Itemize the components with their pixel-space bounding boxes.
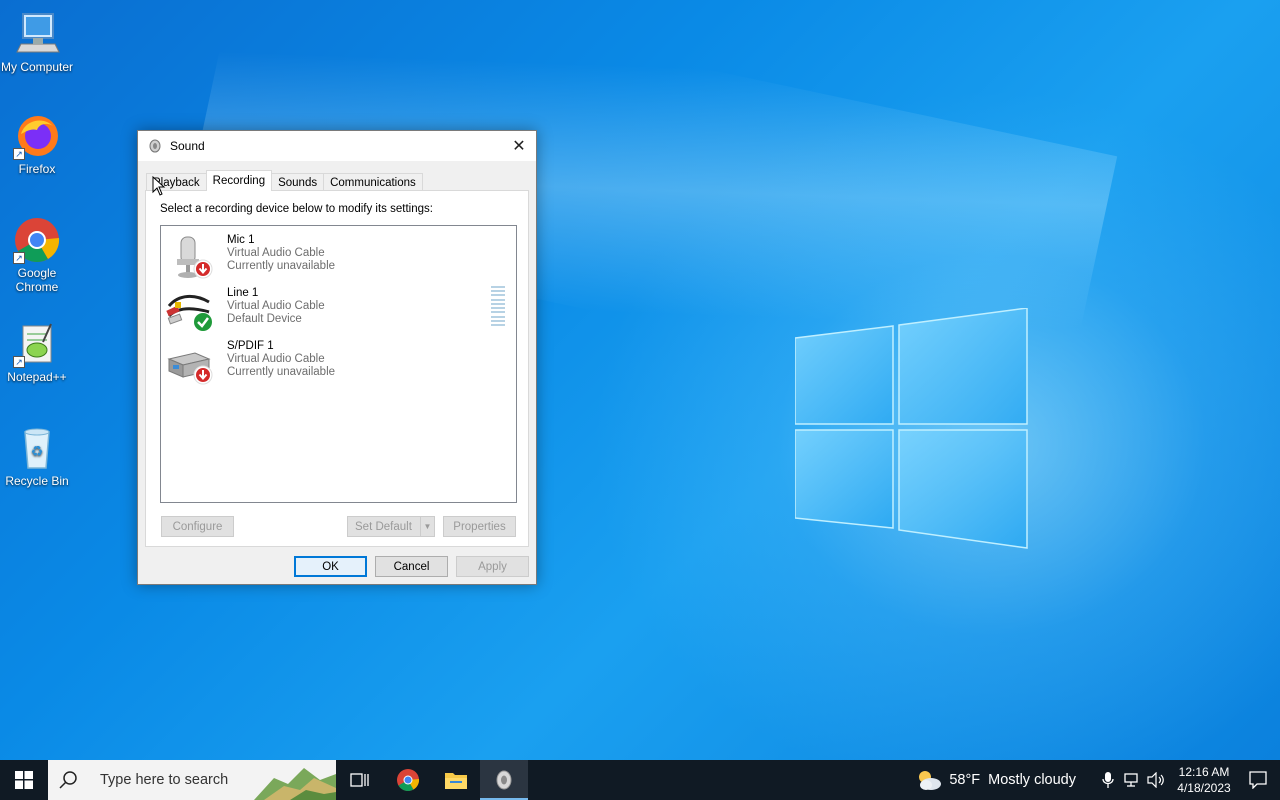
notification-center-button[interactable] [1236,760,1280,800]
tab-communications[interactable]: Communications [323,173,423,191]
desktop-icon-label: My Computer [0,60,74,74]
taskbar: Type here to search 58°F Mostly cloudy 1… [0,760,1280,800]
tab-recording[interactable]: Recording [205,170,273,191]
close-button[interactable]: ✕ [502,131,536,161]
close-icon: ✕ [512,138,526,155]
desktop-icon-firefox[interactable]: ↗ Firefox [0,112,74,176]
chrome-icon [397,769,420,791]
svg-text:♻: ♻ [31,444,44,460]
speaker-icon [149,139,161,153]
clock[interactable]: 12:16 AM 4/18/2023 [1172,764,1236,796]
weather-condition: Mostly cloudy [988,772,1076,788]
desktop-icon-google-chrome[interactable]: ↗ Google Chrome [0,216,74,294]
task-view-icon [350,773,369,787]
chrome-icon: ↗ [13,216,61,264]
title-bar[interactable]: Sound ✕ [138,131,536,161]
notification-icon [1249,771,1267,789]
device-name: Line 1 [227,287,259,299]
mouse-cursor-icon [152,176,166,196]
network-tray-button[interactable] [1120,760,1144,800]
network-icon [1124,773,1138,787]
dialog-title: Sound [170,139,205,153]
spdif-device-icon [167,352,213,385]
properties-button[interactable]: Properties [443,516,516,537]
apply-button[interactable]: Apply [456,556,529,577]
recycle-bin-icon: ♻ [13,424,61,472]
level-meter [491,286,505,326]
desktop-icon-my-computer[interactable]: My Computer [0,10,74,74]
windows-start-icon [15,771,33,789]
list-item-line-1[interactable]: Line 1 Virtual Audio Cable Default Devic… [163,284,503,334]
unavailable-arrow-icon [193,259,213,279]
device-description: Virtual Audio Cable [227,247,325,259]
search-icon [59,771,77,789]
ok-button[interactable]: OK [294,556,367,577]
shortcut-arrow-icon: ↗ [13,252,25,264]
device-name: Mic 1 [227,234,255,246]
microphone-icon [1102,772,1114,788]
chevron-down-icon[interactable]: ▼ [420,517,434,536]
cloudy-weather-icon [919,771,942,790]
desktop-icon-notepad-plus-plus[interactable]: ↗ Notepad++ [0,320,74,384]
search-box[interactable]: Type here to search [48,760,336,800]
microphone-tray-button[interactable] [1096,760,1120,800]
cancel-button[interactable]: Cancel [375,556,448,577]
start-button[interactable] [0,760,48,800]
device-status: Currently unavailable [227,260,336,272]
volume-icon [1147,772,1164,788]
recording-panel: Select a recording device below to modif… [145,190,529,547]
device-description: Virtual Audio Cable [227,353,325,365]
taskbar-chrome[interactable] [384,760,432,800]
shortcut-arrow-icon: ↗ [13,148,25,160]
weather-widget[interactable]: 58°F Mostly cloudy [915,768,1076,792]
microphone-icon [177,236,213,279]
taskbar-file-explorer[interactable] [432,760,480,800]
firefox-icon: ↗ [13,112,61,160]
set-default-button[interactable]: Set Default ▼ [347,516,435,537]
default-check-icon [193,312,213,332]
list-item-mic-1[interactable]: Mic 1 Virtual Audio Cable Currently unav… [163,231,503,281]
desktop-icon-label: Recycle Bin [5,474,69,488]
configure-button[interactable]: Configure [161,516,234,537]
list-item-spdif-1[interactable]: S/PDIF 1 Virtual Audio Cable Currently u… [163,337,503,387]
device-name: S/PDIF 1 [227,340,274,352]
folder-icon [445,773,467,789]
tab-strip: Playback Recording Sounds Communications [146,169,423,191]
volume-tray-button[interactable] [1144,760,1168,800]
desktop-icon-label: Google Chrome [15,266,59,294]
desktop-icon-label: Notepad++ [7,370,67,384]
desktop-icon-label: Firefox [18,162,56,176]
sound-dialog: Sound ✕ Playback Recording Sounds Commun… [137,130,537,585]
taskbar-sound-settings[interactable] [480,760,528,800]
set-default-label: Set Default [355,520,412,533]
device-status: Default Device [227,313,302,325]
device-description: Virtual Audio Cable [227,300,325,312]
clock-date: 4/18/2023 [1177,781,1231,795]
task-view-button[interactable] [336,760,384,800]
weather-temperature: 58°F [949,772,981,788]
tab-sounds[interactable]: Sounds [271,173,325,191]
unavailable-arrow-icon [193,365,213,385]
device-status: Currently unavailable [227,366,336,378]
clock-time: 12:16 AM [1178,765,1230,779]
speaker-icon [496,770,512,790]
desktop-icon-recycle-bin[interactable]: ♻ Recycle Bin [0,424,74,488]
instruction-text: Select a recording device below to modif… [160,203,433,215]
system-tray: 58°F Mostly cloudy 12:16 AM 4/18/2023 [915,760,1280,800]
search-highlight-illustration-icon [254,768,336,800]
notepad-plus-plus-icon: ↗ [13,320,61,368]
shortcut-arrow-icon: ↗ [13,356,25,368]
windows-logo-wallpaper [795,308,1028,549]
computer-icon [13,10,61,58]
device-list[interactable]: Mic 1 Virtual Audio Cable Currently unav… [160,225,517,503]
search-placeholder: Type here to search [100,772,229,788]
line-in-cable-icon [166,295,213,332]
